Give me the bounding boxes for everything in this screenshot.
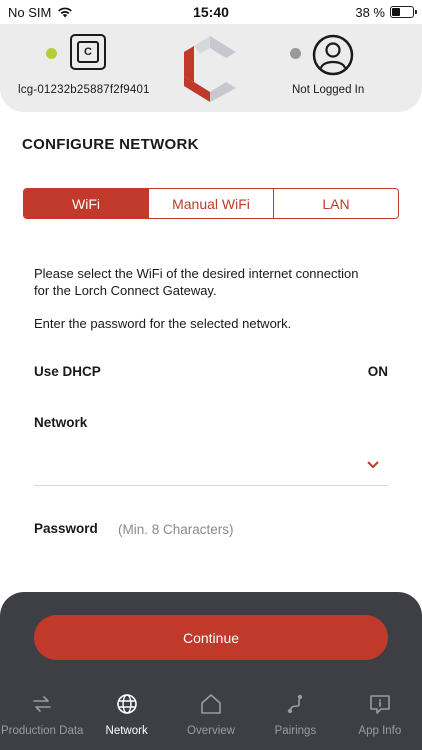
password-instructions-text: Enter the password for the selected netw…	[34, 316, 292, 331]
tab-label: Network	[105, 725, 148, 737]
battery-fill	[392, 8, 400, 16]
pairing-icon	[288, 694, 303, 714]
network-type-tabs: WiFi Manual WiFi LAN	[23, 188, 399, 219]
status-left: No SIM	[8, 5, 73, 20]
user-account-icon[interactable]	[312, 34, 354, 76]
page-title: CONFIGURE NETWORK	[22, 136, 199, 153]
continue-button[interactable]: Continue	[34, 615, 388, 660]
tab-lan[interactable]: LAN	[273, 189, 398, 218]
tab-wifi[interactable]: WiFi	[24, 189, 148, 218]
network-label: Network	[34, 415, 88, 430]
tab-production-data[interactable]: Production Data	[0, 688, 84, 750]
tab-label: App Info	[358, 725, 402, 737]
battery-percent: 38 %	[355, 4, 385, 20]
device-status-dot	[46, 48, 57, 59]
home-icon	[201, 694, 221, 714]
info-bubble-icon	[370, 695, 390, 714]
chevron-down-icon	[367, 461, 379, 469]
tab-label: Pairings	[274, 725, 317, 737]
network-config-screen: No SIM 15:40 38 % C lcg-01232b25887f2f94…	[0, 0, 422, 750]
arrows-swap-icon	[33, 696, 52, 712]
tab-network[interactable]: Network	[84, 688, 168, 750]
wifi-signal-icon	[58, 7, 73, 18]
tab-app-info[interactable]: App Info	[338, 688, 422, 750]
password-input[interactable]	[118, 519, 378, 539]
tab-pairings[interactable]: Pairings	[253, 688, 337, 750]
password-label: Password	[34, 521, 98, 536]
carrier-text: No SIM	[8, 4, 52, 20]
tab-overview[interactable]: Overview	[169, 688, 253, 750]
tab-manual-wifi[interactable]: Manual WiFi	[148, 189, 273, 218]
battery-icon	[390, 6, 417, 18]
device-id-label: lcg-01232b25887f2f9401	[18, 84, 150, 96]
tab-label: Overview	[187, 725, 235, 737]
status-bar: No SIM 15:40 38 %	[0, 0, 422, 24]
dhcp-label: Use DHCP	[34, 364, 101, 379]
dhcp-toggle[interactable]: ON	[368, 364, 388, 379]
login-status-label: Not Logged In	[292, 84, 365, 96]
header-card: C lcg-01232b25887f2f9401 Not Logged In	[0, 24, 422, 112]
globe-icon	[116, 694, 137, 714]
instructions-text: Please select the WiFi of the desired in…	[34, 266, 359, 298]
gateway-device-icon[interactable]: C	[70, 34, 106, 70]
user-status-dot	[290, 48, 301, 59]
gateway-device-icon-inner: C	[77, 41, 99, 63]
lorch-logo-icon	[184, 36, 236, 102]
bottom-tab-bar: Production Data Network Overview Pairing…	[0, 688, 422, 750]
tab-label: Production Data	[0, 725, 84, 737]
status-right: 38 %	[355, 4, 417, 20]
network-select[interactable]	[34, 448, 388, 486]
